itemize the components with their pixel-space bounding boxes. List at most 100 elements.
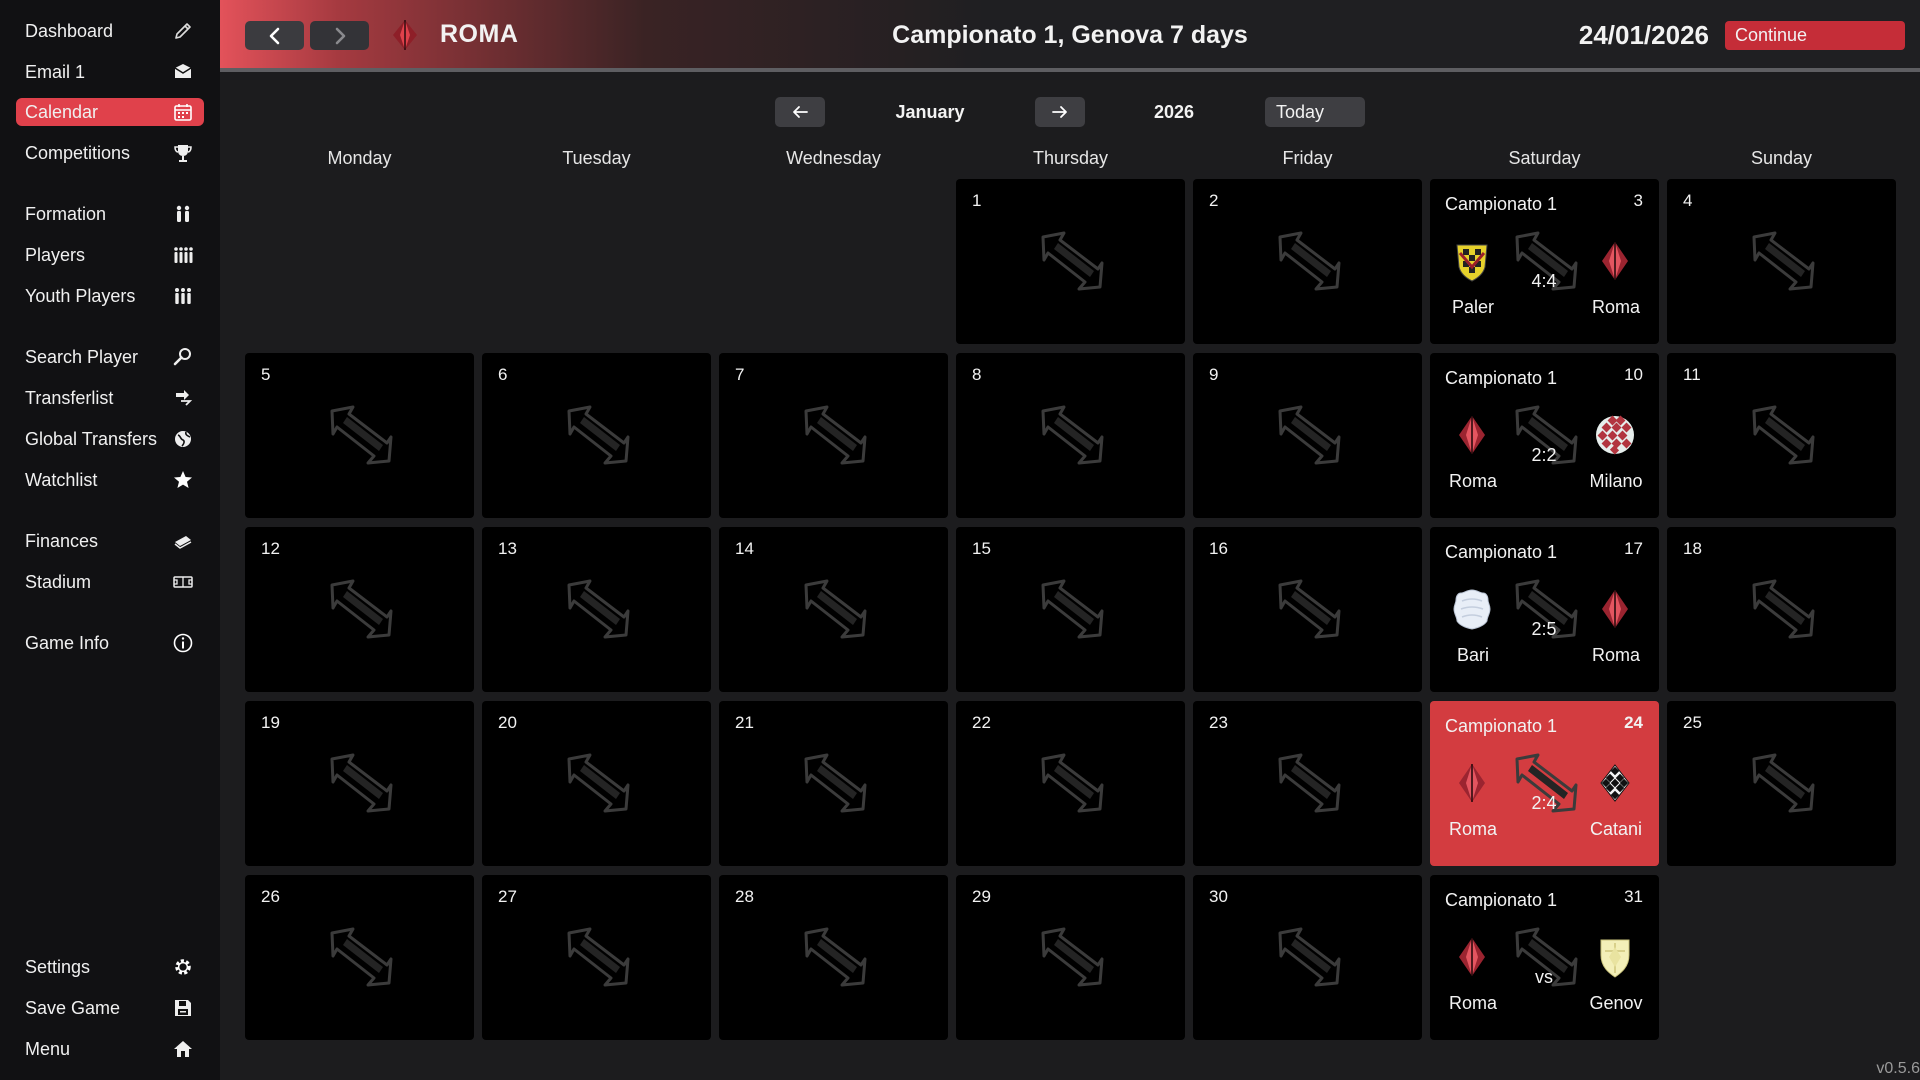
day-cell[interactable]: 7 [719, 353, 948, 518]
pencil-icon [171, 19, 195, 43]
day-cell[interactable]: 8 [956, 353, 1185, 518]
away-team-name: Catani [1589, 819, 1643, 839]
day-cell[interactable]: 13 [482, 527, 711, 692]
sidebar-item-watchlist[interactable]: Watchlist [16, 466, 204, 494]
transfer-arrows-icon [567, 579, 630, 639]
day-cell[interactable]: 25 [1667, 701, 1896, 866]
match-day-cell[interactable]: 17 Campionato 1 2:5 Bari Roma [1430, 527, 1659, 692]
day-number: 1 [972, 191, 982, 210]
day-cell[interactable]: 9 [1193, 353, 1422, 518]
transfer-arrows-icon [1041, 405, 1104, 465]
day-number: 20 [498, 713, 517, 732]
next-month-button[interactable] [1035, 97, 1085, 127]
sidebar-item-transferlist[interactable]: Transferlist [16, 384, 204, 412]
sidebar-item-settings[interactable]: Settings [16, 953, 204, 981]
day-number: 2 [1209, 191, 1219, 210]
match-day-cell[interactable]: 3 Campionato 1 4:4 Paler Roma [1430, 179, 1659, 344]
match-score: 2:5 [1531, 619, 1557, 639]
transfer-arrows-icon [330, 405, 393, 465]
previous-month-button[interactable] [775, 97, 825, 127]
sidebar-item-search-player[interactable]: Search Player [16, 343, 204, 371]
continue-button[interactable]: Continue [1725, 21, 1905, 50]
catania-badge-icon [1600, 764, 1630, 802]
day-cell[interactable]: 30 [1193, 875, 1422, 1040]
day-number: 14 [735, 539, 754, 558]
club-name: ROMA [440, 20, 519, 48]
match-day-cell[interactable]: 24 Campionato 1 2:4 Roma Catani [1430, 701, 1659, 866]
transfer-arrows-icon [1278, 753, 1341, 813]
day-cell[interactable]: 15 [956, 527, 1185, 692]
sidebar-item-save-game[interactable]: Save Game [16, 994, 204, 1022]
day-cell[interactable]: 16 [1193, 527, 1422, 692]
away-team-name: Milano [1589, 471, 1643, 491]
day-cell[interactable]: 2 [1193, 179, 1422, 344]
sidebar-item-game-info[interactable]: Game Info [16, 629, 204, 657]
day-cell[interactable]: 11 [1667, 353, 1896, 518]
sidebar-item-label: Dashboard [25, 20, 114, 41]
sidebar-item-email-1[interactable]: Email 1 [16, 58, 204, 86]
transfer-arrows-icon [804, 405, 867, 465]
day-number: 12 [261, 539, 280, 558]
sidebar-item-competitions[interactable]: Competitions [16, 139, 204, 167]
sidebar-item-dashboard[interactable]: Dashboard [16, 17, 204, 45]
day-cell[interactable]: 20 [482, 701, 711, 866]
sidebar-item-finances[interactable]: Finances [16, 527, 204, 555]
sidebar-item-label: Calendar [25, 101, 99, 122]
transfer-arrows-icon [567, 927, 630, 987]
day-cell[interactable]: 4 [1667, 179, 1896, 344]
trophy-icon [171, 141, 195, 165]
sidebar-item-youth-players[interactable]: Youth Players [16, 282, 204, 310]
day-cell[interactable]: 12 [245, 527, 474, 692]
home-team-name: Roma [1448, 471, 1497, 491]
day-cell[interactable]: 1 [956, 179, 1185, 344]
transfer-arrows-icon [330, 753, 393, 813]
roma-badge-icon [1602, 590, 1628, 628]
sidebar-item-stadium[interactable]: Stadium [16, 568, 204, 596]
day-cell[interactable]: 28 [719, 875, 948, 1040]
competition-name: Campionato 1 [1445, 542, 1558, 562]
forward-button[interactable] [310, 21, 369, 50]
day-number: 19 [261, 713, 280, 732]
day-cell[interactable]: 5 [245, 353, 474, 518]
sidebar-item-label: Finances [25, 530, 99, 551]
day-cell[interactable]: 27 [482, 875, 711, 1040]
sidebar-item-players[interactable]: Players [16, 241, 204, 269]
envelope-icon [171, 60, 195, 84]
transfer-arrows-icon [804, 753, 867, 813]
day-number: 28 [735, 887, 754, 906]
home-team-name: Roma [1448, 993, 1497, 1013]
roma-badge-icon [1602, 242, 1628, 280]
sidebar-item-formation[interactable]: Formation [16, 200, 204, 228]
sidebar-item-menu[interactable]: Menu [16, 1035, 204, 1063]
day-cell[interactable]: 26 [245, 875, 474, 1040]
match-day-cell[interactable]: 31 Campionato 1 vs Roma Genov [1430, 875, 1659, 1040]
day-cell[interactable]: 23 [1193, 701, 1422, 866]
day-number: 27 [498, 887, 517, 906]
day-cell[interactable]: 19 [245, 701, 474, 866]
day-cell[interactable]: 21 [719, 701, 948, 866]
sidebar-item-label: Transferlist [25, 387, 114, 408]
sidebar-item-label: Players [25, 244, 86, 265]
sidebar-item-calendar[interactable]: Calendar [16, 98, 204, 126]
top-bar: ROMA Campionato 1, Genova 7 days 24/01/2… [220, 0, 1920, 72]
transfer-arrows-icon [1752, 231, 1815, 291]
day-cell[interactable]: 22 [956, 701, 1185, 866]
competition-name: Campionato 1 [1445, 890, 1558, 910]
day-number: 4 [1683, 191, 1693, 210]
weekday-monday: Monday [327, 148, 392, 168]
sidebar-item-global-transfers[interactable]: Global Transfers [16, 425, 204, 453]
sidebar-item-label: Global Transfers [25, 428, 158, 449]
day-number: 29 [972, 887, 991, 906]
day-number: 11 [1683, 365, 1701, 384]
weekday-tuesday: Tuesday [562, 148, 631, 168]
day-cell[interactable]: 18 [1667, 527, 1896, 692]
day-cell[interactable]: 14 [719, 527, 948, 692]
sidebar-item-label: Stadium [25, 571, 92, 592]
match-day-cell[interactable]: 10 Campionato 1 2:2 Roma Milano [1430, 353, 1659, 518]
back-button[interactable] [245, 21, 304, 50]
competition-name: Campionato 1 [1445, 716, 1558, 736]
today-button[interactable]: Today [1265, 97, 1365, 127]
transfer-arrows-icon [1041, 753, 1104, 813]
day-cell[interactable]: 6 [482, 353, 711, 518]
day-cell[interactable]: 29 [956, 875, 1185, 1040]
